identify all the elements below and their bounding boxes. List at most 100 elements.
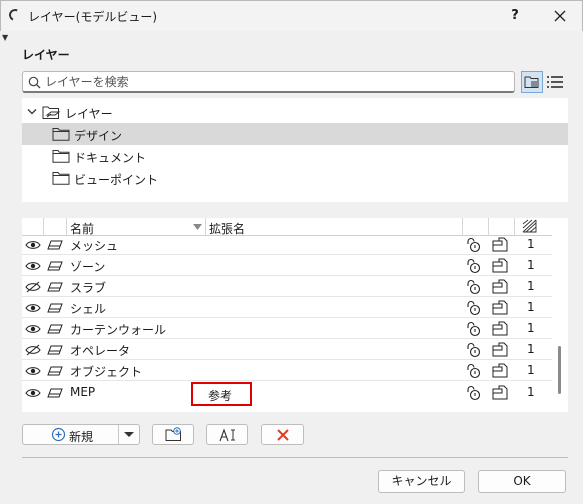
lock-icon[interactable] (466, 342, 482, 358)
search-box[interactable] (22, 71, 515, 93)
layer-folder-tree: レイヤー デザイン ドキュメント ビューポイント (22, 98, 568, 202)
layer-display-icon[interactable] (492, 279, 508, 295)
eraser-icon[interactable] (47, 366, 63, 376)
new-folder-button[interactable] (152, 424, 194, 445)
eye-icon[interactable] (25, 240, 41, 250)
eraser-icon[interactable] (47, 282, 63, 292)
eraser-icon[interactable] (47, 261, 63, 271)
eraser-icon[interactable] (47, 388, 63, 398)
help-icon: ? (511, 8, 519, 23)
tree-item-label: ビューポイント (74, 173, 159, 187)
list-view-button[interactable] (545, 71, 565, 93)
table-row[interactable]: シェル 1 (22, 297, 552, 318)
layer-display-icon[interactable] (492, 237, 508, 253)
layer-name: MEP (70, 385, 96, 399)
window-title: レイヤー(モデルビュー) (28, 10, 158, 24)
folder-tree-view-icon (524, 76, 539, 88)
lock-icon[interactable] (466, 279, 482, 295)
eraser-icon[interactable] (47, 303, 63, 313)
divider (22, 457, 568, 458)
layer-display-icon[interactable] (492, 342, 508, 358)
help-button[interactable]: ? (501, 4, 529, 28)
layer-value: 1 (527, 385, 535, 399)
vertical-scrollbar[interactable] (558, 346, 561, 394)
lock-icon[interactable] (466, 385, 482, 401)
collapse-marker[interactable]: ▼ (2, 33, 8, 42)
eraser-icon[interactable] (47, 345, 63, 355)
folder-tree-view-button[interactable] (521, 71, 543, 93)
tree-item-root[interactable]: レイヤー (22, 101, 568, 123)
layer-name: シェル (70, 302, 107, 316)
extension-name-text: 参考 (208, 389, 233, 403)
search-icon (28, 76, 41, 89)
layer-value: 1 (527, 258, 535, 272)
new-folder-icon (165, 427, 181, 441)
dropdown-arrow-icon[interactable] (124, 432, 134, 437)
tree-item-label: ドキュメント (74, 151, 147, 165)
plus-circle-icon (51, 427, 66, 442)
close-button[interactable] (546, 4, 574, 28)
layer-display-icon[interactable] (492, 321, 508, 337)
layer-display-icon[interactable] (492, 258, 508, 274)
search-input[interactable] (45, 73, 505, 91)
section-title: レイヤー (22, 48, 70, 62)
lock-icon[interactable] (466, 363, 482, 379)
wireframe-icon[interactable] (522, 219, 538, 233)
layer-display-icon[interactable] (492, 300, 508, 316)
list-view-icon (547, 76, 563, 88)
extension-name-cell[interactable]: 参考 (191, 382, 252, 406)
rename-button[interactable] (206, 424, 248, 445)
tree-item-design[interactable]: デザイン (22, 123, 568, 145)
table-row[interactable]: スラブ 1 (22, 276, 552, 297)
eraser-icon[interactable] (47, 324, 63, 334)
folder-icon (52, 172, 70, 185)
eye-icon[interactable] (25, 366, 41, 376)
new-button-label: 新規 (69, 430, 94, 444)
layer-display-icon[interactable] (492, 385, 508, 401)
layer-name: オブジェクト (70, 365, 143, 379)
lock-icon[interactable] (466, 300, 482, 316)
table-row[interactable]: メッシュ 1 (22, 234, 552, 255)
tree-item-viewpoint[interactable]: ビューポイント (22, 167, 568, 189)
cancel-button[interactable]: キャンセル (378, 470, 465, 493)
lock-icon[interactable] (466, 321, 482, 337)
lock-icon[interactable] (466, 237, 482, 253)
table-row[interactable]: オブジェクト 1 (22, 360, 552, 381)
eraser-icon[interactable] (47, 240, 63, 250)
eye-icon[interactable] (25, 324, 41, 334)
table-row[interactable]: オペレータ 1 (22, 339, 552, 360)
eye-hidden-icon[interactable] (25, 344, 41, 356)
layer-value: 1 (527, 321, 535, 335)
eye-hidden-icon[interactable] (25, 281, 41, 293)
eye-icon[interactable] (25, 303, 41, 313)
eye-icon[interactable] (25, 261, 41, 271)
ok-button[interactable]: OK (478, 470, 566, 493)
sort-down-icon[interactable] (193, 224, 202, 230)
delete-button[interactable] (261, 424, 304, 445)
tree-root-label: レイヤー (65, 107, 113, 121)
split-divider (118, 425, 119, 444)
layer-value: 1 (527, 279, 535, 293)
refresh-icon (7, 7, 23, 23)
tree-item-document[interactable]: ドキュメント (22, 145, 568, 167)
layer-value: 1 (527, 342, 535, 356)
table-row[interactable]: カーテンウォール 1 (22, 318, 552, 339)
folder-icon (52, 128, 70, 141)
layer-value: 1 (527, 363, 535, 377)
table-row[interactable]: ゾーン 1 (22, 255, 552, 276)
table-row[interactable]: MEP 1 (22, 382, 552, 403)
layer-value: 1 (527, 237, 535, 251)
title-bar: レイヤー(モデルビュー) ? (0, 0, 583, 31)
chevron-down-icon[interactable] (27, 108, 37, 116)
rename-icon (219, 428, 235, 442)
layer-display-icon[interactable] (492, 363, 508, 379)
delete-icon (277, 429, 289, 441)
eye-icon[interactable] (25, 388, 41, 398)
tree-item-label: デザイン (74, 129, 123, 143)
new-layer-button[interactable]: 新規 (22, 424, 140, 445)
layer-name: オペレータ (70, 344, 131, 358)
layer-name: メッシュ (70, 239, 119, 253)
lock-icon[interactable] (466, 258, 482, 274)
folder-icon (52, 150, 70, 163)
layer-name: ゾーン (70, 260, 106, 274)
